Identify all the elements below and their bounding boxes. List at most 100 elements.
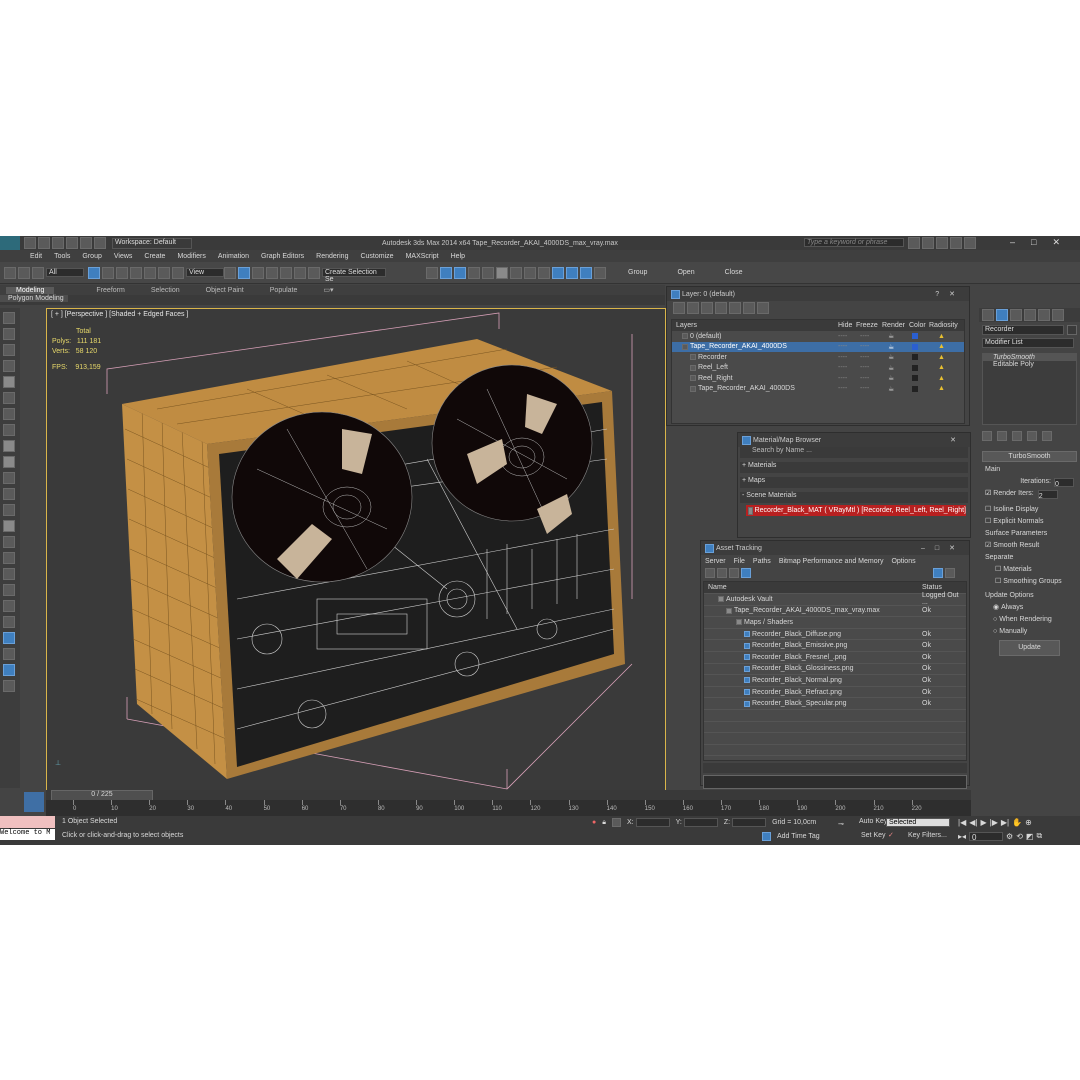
time-config-icon[interactable]: ⚙ [1006, 832, 1013, 841]
sphere-icon[interactable] [3, 408, 15, 420]
cone-icon[interactable] [3, 488, 15, 500]
pin-stack-icon[interactable] [982, 431, 992, 441]
asset-row[interactable]: Recorder_Black_Refract.png Ok [704, 687, 966, 699]
close-icon[interactable]: ✕ [949, 291, 965, 298]
render-iters-spinner[interactable]: 2 [1037, 489, 1058, 500]
close-group-button[interactable]: Close [725, 269, 743, 276]
key-icon[interactable] [922, 237, 934, 249]
layer-row[interactable]: Reel_Left ---- ---- ☕︎ ▲ [672, 363, 964, 374]
absolute-mode-icon[interactable] [611, 818, 621, 827]
render-iterative-icon[interactable] [580, 266, 592, 279]
freeze-all-icon[interactable] [757, 302, 769, 314]
align-icon[interactable] [440, 266, 452, 279]
set-key-button[interactable]: Set Key [861, 832, 886, 839]
col-color[interactable]: Color [909, 322, 926, 329]
z-field[interactable] [732, 818, 767, 827]
help-icon[interactable] [964, 237, 976, 249]
menu-create[interactable]: Create [144, 253, 165, 260]
menu-help[interactable]: Help [451, 253, 465, 260]
turbosmooth-rollout-header[interactable]: TurboSmooth [982, 451, 1077, 462]
layer-row[interactable]: Tape_Recorder_AKAI_4000DS ---- ---- ☕︎ ▲ [672, 341, 964, 352]
close-icon[interactable]: ✕ [1052, 237, 1076, 247]
teapot-icon[interactable]: ☕︎ [888, 374, 894, 382]
go-to-start-icon[interactable]: |◀ [958, 818, 966, 827]
object-color-swatch[interactable] [1067, 325, 1077, 335]
highlight-layer-icon[interactable] [729, 302, 741, 314]
render-production-icon[interactable] [566, 266, 578, 279]
teapot-icon[interactable] [3, 376, 15, 388]
open-group-button[interactable]: Open [677, 269, 694, 276]
scale-icon[interactable] [172, 266, 184, 279]
box-icon[interactable] [3, 440, 15, 452]
utilities-tab-icon[interactable] [1052, 309, 1064, 321]
layer-row[interactable]: Recorder ---- ---- ☕︎ ▲ [672, 352, 964, 363]
layer-color-swatch[interactable] [912, 375, 918, 381]
scene-materials-section[interactable]: - Scene Materials [740, 492, 968, 503]
camera-icon[interactable] [3, 632, 15, 644]
remove-modifier-icon[interactable] [1027, 431, 1037, 441]
materials-checkbox[interactable]: ☐ [995, 564, 1001, 576]
materials-section[interactable]: + Materials [740, 462, 968, 473]
layer-color-swatch[interactable] [912, 333, 918, 339]
geosphere-icon[interactable] [3, 520, 15, 532]
key-mode-icon[interactable]: ▸◂ [958, 832, 966, 841]
scene-explorer-icon[interactable] [3, 328, 15, 340]
zoom-extents-icon[interactable]: ⊕ [1025, 818, 1032, 827]
exchange-icon[interactable] [936, 237, 948, 249]
tree-icon[interactable] [3, 616, 15, 628]
table-view-icon[interactable] [741, 568, 751, 578]
binoculars-icon[interactable] [908, 237, 920, 249]
col-radiosity[interactable]: Radiosity [929, 322, 958, 329]
radiosity-icon[interactable]: ▲ [938, 364, 945, 371]
vray-brush-icon[interactable] [594, 266, 606, 279]
tree-view-icon[interactable] [729, 568, 739, 578]
asset-menu-paths[interactable]: Paths [753, 558, 771, 565]
schematic-view-icon[interactable] [496, 266, 508, 279]
bind-space-warp-icon[interactable] [32, 266, 44, 279]
snaps-toggle-icon[interactable] [252, 266, 264, 279]
radiosity-icon[interactable]: ▲ [938, 385, 945, 392]
helper-icon[interactable] [3, 552, 15, 564]
orbit-icon[interactable]: ⟲ [1016, 832, 1023, 841]
select-manipulate-icon[interactable] [238, 266, 250, 279]
tab-object-paint[interactable]: Object Paint [206, 287, 244, 294]
render-icon[interactable] [552, 266, 564, 279]
layer-hide[interactable]: ---- [838, 343, 847, 350]
time-tag-icon[interactable] [762, 832, 771, 841]
previous-frame-icon[interactable]: ◀| [969, 818, 977, 827]
cylinder-icon[interactable] [3, 424, 15, 436]
container-icon[interactable] [3, 360, 15, 372]
asset-row[interactable]: Recorder_Black_Normal.png Ok [704, 675, 966, 687]
asset-settings-icon[interactable] [945, 568, 955, 578]
radiosity-icon[interactable]: ▲ [938, 333, 945, 340]
col-hide[interactable]: Hide [838, 322, 852, 329]
layer-row[interactable]: Reel_Right ---- ---- ☕︎ ▲ [672, 373, 964, 384]
render-iters-checkbox[interactable]: ☑ [985, 488, 991, 500]
percent-snap-icon[interactable] [280, 266, 292, 279]
group-button[interactable]: Group [628, 269, 647, 276]
maximize-toggle-icon[interactable]: ⧉ [1036, 831, 1042, 841]
dome-icon[interactable] [3, 456, 15, 468]
play-icon[interactable]: ▶ [980, 818, 986, 827]
script-icon[interactable] [3, 680, 15, 692]
window-crossing-icon[interactable] [130, 266, 142, 279]
graphite-toggle-icon[interactable] [468, 266, 480, 279]
isoline-checkbox[interactable]: ☐ [985, 504, 991, 516]
track-bar[interactable]: 0 10 20 30 40 50 60 70 80 90 100 110 120 130 140 150 160… [46, 800, 971, 816]
layer-row[interactable]: 0 (default) ---- ---- ☕︎ ▲ [672, 331, 964, 342]
hierarchy-tab-icon[interactable] [1010, 309, 1022, 321]
tab-freeform[interactable]: Freeform [96, 287, 124, 294]
asset-row[interactable]: Recorder_Black_Diffuse.png Ok [704, 629, 966, 641]
plant-icon[interactable] [3, 584, 15, 596]
asset-menu-options[interactable]: Options [891, 558, 915, 565]
layer-freeze[interactable]: ---- [860, 364, 869, 371]
layer-freeze[interactable]: ---- [860, 375, 869, 382]
modify-tab-icon[interactable] [996, 309, 1008, 321]
asset-menu-bitmap-performance-and-memory[interactable]: Bitmap Performance and Memory [779, 558, 884, 565]
scene-material-item[interactable]: Recorder_Black_MAT ( VRayMtl ) [Recorder… [746, 505, 966, 516]
mirror-icon[interactable] [426, 266, 438, 279]
maps-section[interactable]: + Maps [740, 477, 968, 488]
always-radio[interactable]: ◉ [993, 602, 999, 614]
modifier-list-dropdown[interactable]: Modifier List [982, 338, 1074, 348]
edit-named-selection-icon[interactable] [308, 266, 320, 279]
